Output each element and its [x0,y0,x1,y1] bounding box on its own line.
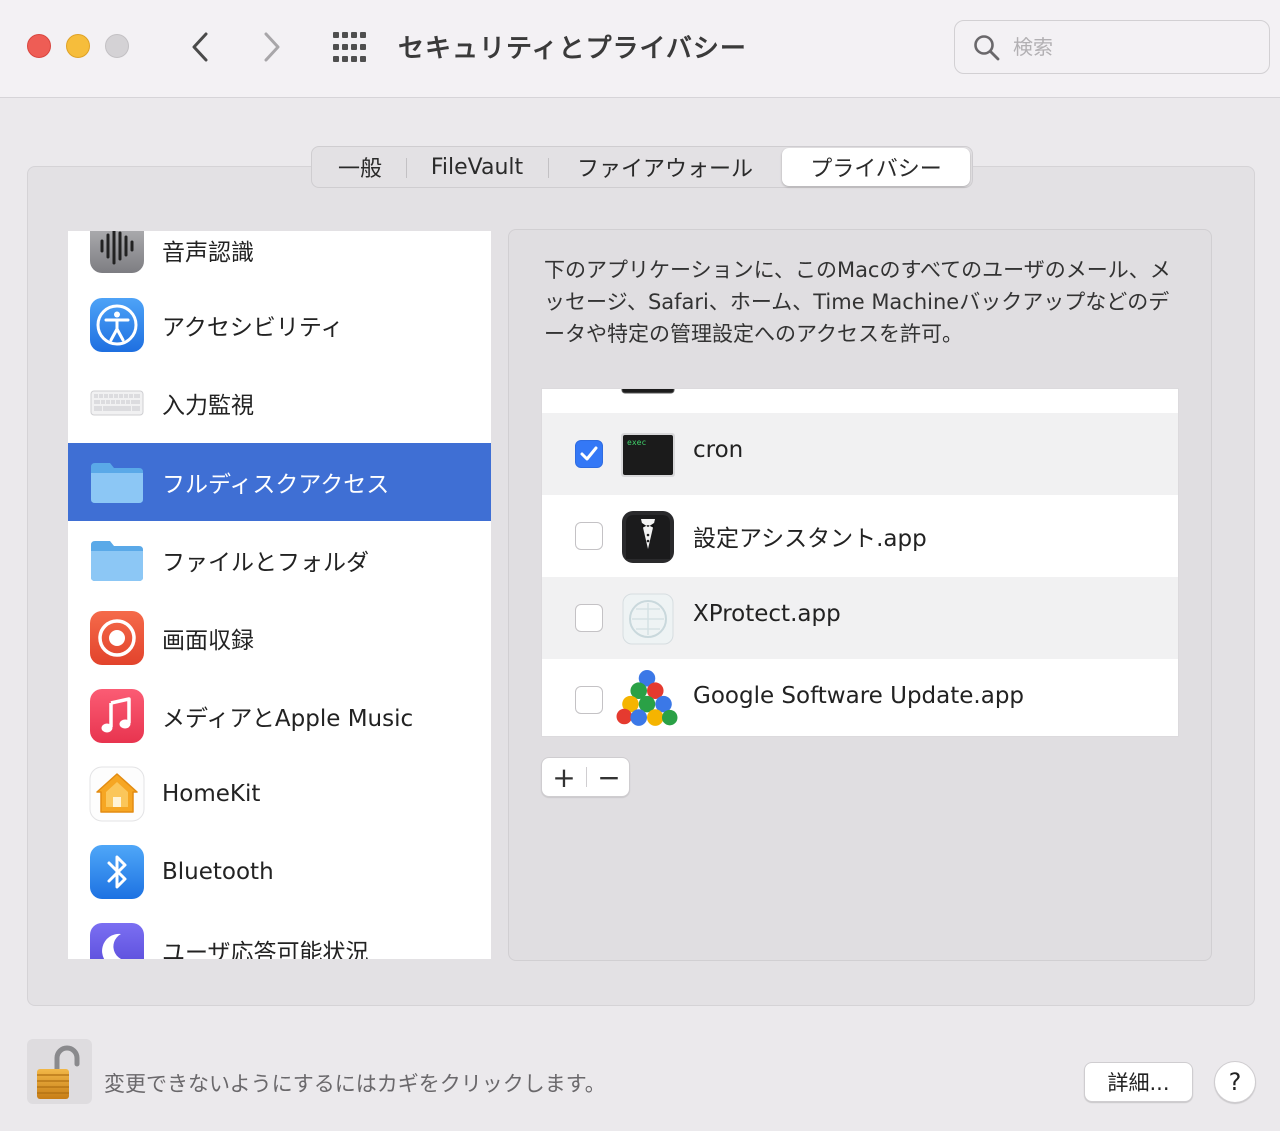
sidebar-item-label: HomeKit [162,781,261,807]
grid-icon [333,32,366,62]
screen-record-icon [90,611,144,665]
back-button[interactable] [180,27,220,67]
chevron-left-icon [192,32,208,62]
app-name: XProtect.app [693,601,841,627]
sidebar-item-files-and-folders[interactable]: ファイルとフォルダ [68,521,491,599]
list-item[interactable] [542,389,1178,413]
sidebar-item-accessibility[interactable]: アクセシビリティ [68,286,491,364]
help-button[interactable]: ? [1214,1061,1256,1103]
remove-button[interactable]: − [587,758,631,796]
sidebar-item-label: 画面収録 [162,628,254,654]
lock-button[interactable] [27,1039,92,1104]
xprotect-icon [622,593,674,645]
minimize-button[interactable] [66,34,90,58]
add-button[interactable]: + [542,758,586,796]
bluetooth-icon [90,845,144,899]
zoom-button[interactable] [105,34,129,58]
folder-icon [91,463,143,503]
sidebar-item-bluetooth[interactable]: Bluetooth [68,833,491,911]
privacy-category-list[interactable]: 音声認識 アクセシビリティ 入力監視 フルディスクアクセス ファイルとフォルダ … [68,231,491,959]
home-icon [89,766,145,822]
sidebar-item-focus-status[interactable]: ユーザ応答可能状況 [68,911,491,959]
exec-text: exec [627,438,646,447]
music-note-icon [90,689,144,743]
tab-firewall[interactable]: ファイアウォール [548,149,782,185]
sidebar-item-label: Bluetooth [162,859,274,885]
app-checkbox[interactable] [575,440,603,468]
advanced-button[interactable]: 詳細... [1084,1062,1193,1102]
list-item[interactable]: Google Software Update.app [542,659,1178,736]
search-input[interactable] [1013,31,1253,63]
google-update-balls-icon [616,670,678,726]
sidebar-item-full-disk-access[interactable]: フルディスクアクセス [68,443,491,521]
search-icon [974,35,1000,61]
app-name: 設定アシスタント.app [693,526,927,552]
list-item[interactable]: XProtect.app [542,577,1178,659]
padlock-open-icon [37,1045,80,1099]
terminal-icon [621,389,675,394]
close-button[interactable] [27,34,51,58]
sidebar-item-label: ユーザ応答可能状況 [162,940,369,959]
terminal-exec-icon: exec [621,433,675,477]
tab-privacy[interactable]: プライバシー [782,148,970,186]
sidebar-item-input-monitoring[interactable]: 入力監視 [68,364,491,442]
search-field[interactable] [954,20,1270,74]
waveform-icon [90,231,144,273]
sidebar-item-label: フルディスクアクセス [162,472,390,498]
list-item[interactable]: exec cron [542,413,1178,495]
tab-general[interactable]: 一般 [314,149,406,185]
window-title: セキュリティとプライバシー [398,34,747,64]
sidebar-item-media-apple-music[interactable]: メディアとApple Music [68,677,491,755]
show-all-grid-button[interactable] [330,29,370,65]
sidebar-item-label: アクセシビリティ [162,315,344,341]
sidebar-item-label: 音声認識 [162,240,254,266]
tab-filevault[interactable]: FileVault [406,149,548,185]
checkmark-icon [580,446,598,461]
add-remove-control: + − [541,757,630,797]
app-checkbox[interactable] [575,686,603,714]
app-list[interactable]: exec cron 設定アシスタント.app XProtect.app Goog… [541,388,1179,737]
tab-bar: 一般 FileVault ファイアウォール プライバシー [311,146,973,188]
moon-icon [90,923,144,959]
app-name: cron [693,437,744,463]
sidebar-item-label: ファイルとフォルダ [162,550,369,576]
lock-hint-text: 変更できないようにするにはカギをクリックします。 [104,1072,606,1096]
description-text: 下のアプリケーションに、このMacのすべてのユーザのメール、メッセージ、Safa… [544,258,1171,346]
keyboard-icon [90,390,144,416]
forward-button[interactable] [252,27,292,67]
sidebar-item-speech-recognition[interactable]: 音声認識 [68,231,491,285]
sidebar-item-label: メディアとApple Music [162,706,414,732]
folder-icon [91,541,143,581]
title-bar: セキュリティとプライバシー [0,0,1280,98]
sidebar-item-homekit[interactable]: HomeKit [68,755,491,833]
butler-icon [622,511,674,563]
accessibility-icon [90,298,144,352]
app-checkbox[interactable] [575,604,603,632]
list-item[interactable]: 設定アシスタント.app [542,495,1178,577]
sidebar-item-screen-recording[interactable]: 画面収録 [68,599,491,677]
app-checkbox[interactable] [575,522,603,550]
sidebar-item-label: 入力監視 [162,393,254,419]
chevron-right-icon [264,32,280,62]
app-name: Google Software Update.app [693,683,1025,709]
